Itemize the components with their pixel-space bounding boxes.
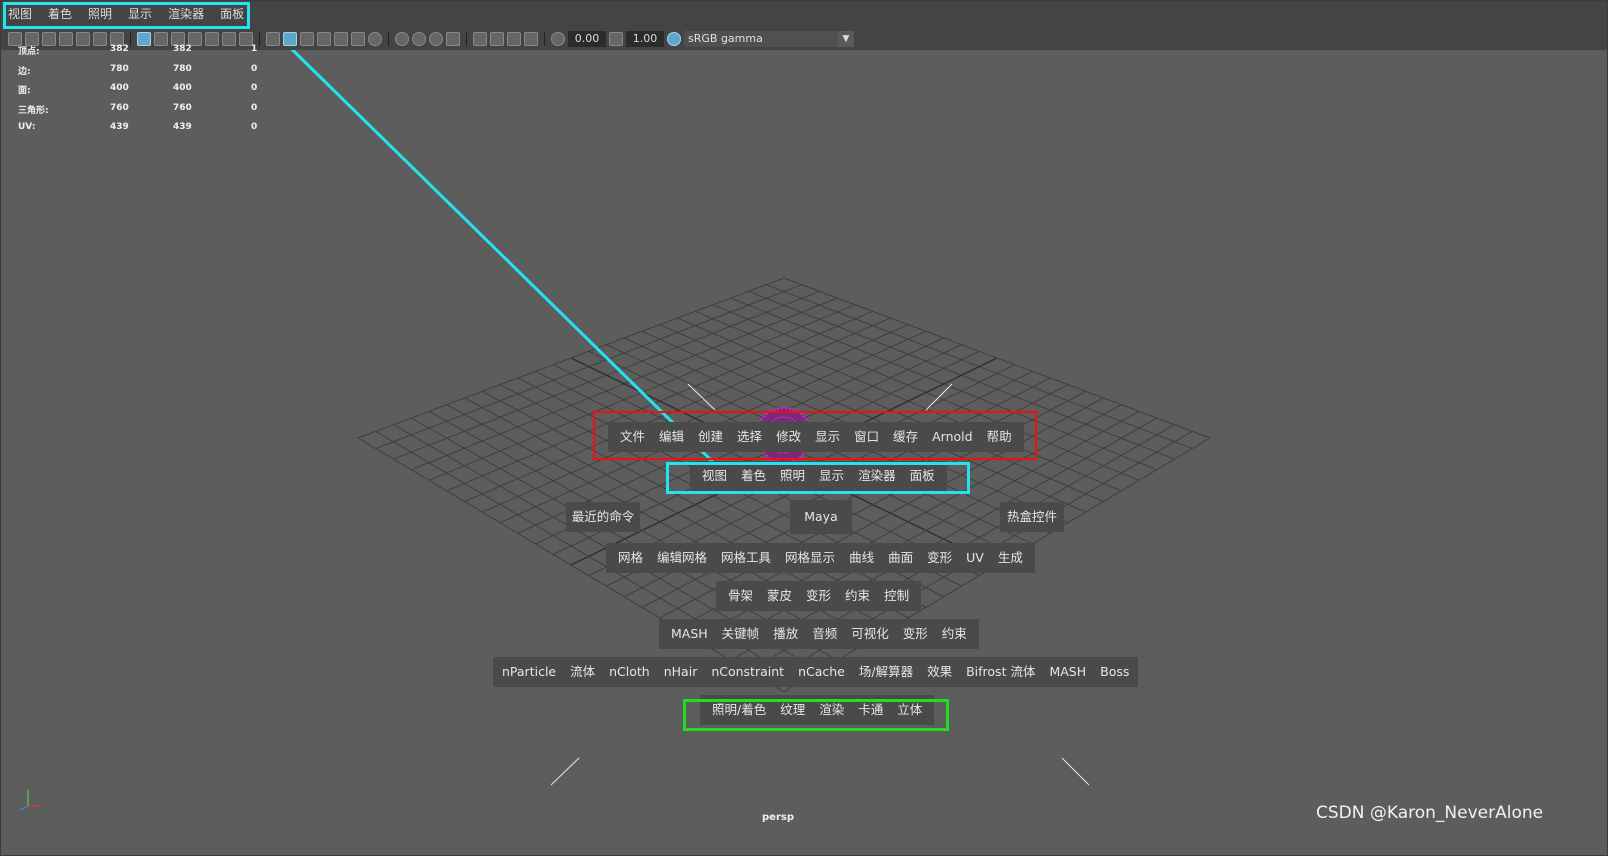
viewport-border	[0, 0, 1608, 856]
